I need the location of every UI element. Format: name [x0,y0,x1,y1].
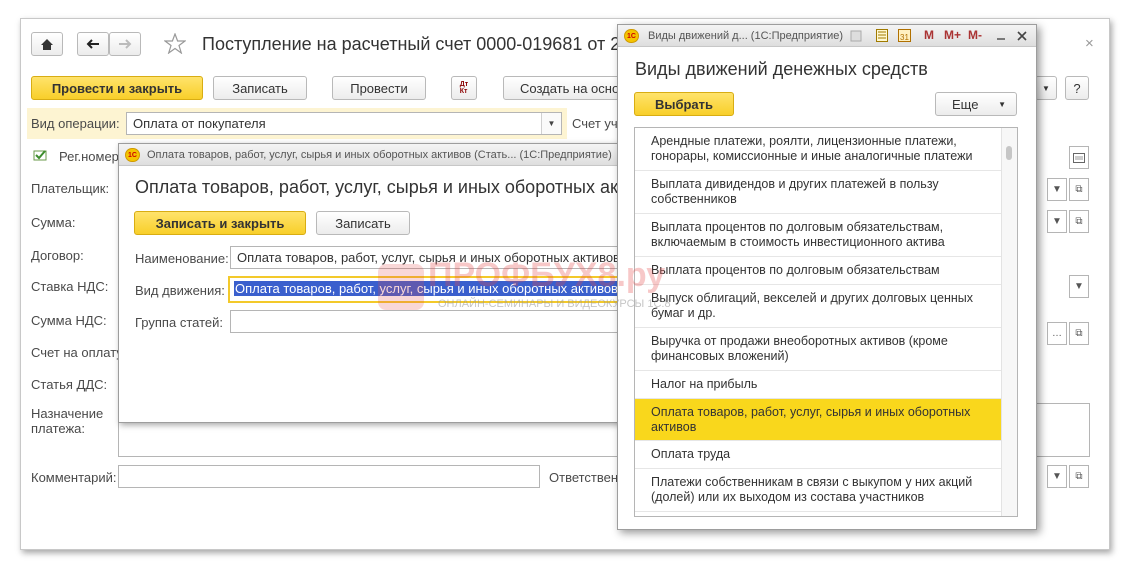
clipboard-icon[interactable] [850,30,862,42]
movement-types-titlebar: 1C Виды движений д... (1С:Предприятие) 3… [618,25,1036,47]
dds-article-dialog: 1C Оплата товаров, работ, услуг, сырья и… [118,143,626,423]
write-button[interactable]: Записать [213,76,307,100]
name-label: Наименование: [135,251,229,266]
account-label: Счет уч [572,116,618,131]
dds-article-titlebar: 1C Оплата товаров, работ, услуг, сырья и… [119,144,625,166]
calendar-button[interactable] [1069,146,1089,169]
payment-purpose-label: Назначение платежа: [31,406,104,436]
operation-type-dropdown-icon[interactable]: ▼ [541,113,561,134]
favorite-star-icon[interactable] [164,33,186,54]
close-icon[interactable] [1017,31,1027,41]
dds-article-heading: Оплата товаров, работ, услуг, сырья и ин… [135,177,618,197]
sum-label: Сумма: [31,215,76,230]
calendar-icon [1073,152,1085,163]
list-item-selected[interactable]: Оплата товаров, работ, услуг, сырья и ин… [635,399,1001,441]
movement-types-list[interactable]: Арендные платежи, роялти, лицензионные п… [634,127,1018,517]
list-scrollbar-thumb[interactable] [1006,146,1012,160]
list-item[interactable]: Арендные платежи, роялти, лицензионные п… [635,128,1001,171]
vat-dropdown-icon[interactable]: ▼ [1069,275,1089,298]
list-item[interactable]: Выплата дивидендов и других платежей в п… [635,171,1001,214]
arrow-left-icon [86,39,99,49]
responsible-dropdown-icon[interactable]: ▼ [1047,465,1067,488]
create-based-on-button[interactable]: Создать на осно [503,76,623,100]
more-button[interactable]: Еще ▼ [935,92,1017,116]
dds-article-window-title: Оплата товаров, работ, услуг, сырья и ин… [147,148,612,161]
responsible-open-button[interactable]: ⧉ [1069,465,1089,488]
more-button-label: Еще [952,96,979,112]
payer-label: Плательщик: [31,181,110,196]
memory-m-button[interactable]: M [924,28,934,42]
chevron-down-icon: ▼ [998,99,1006,109]
arrow-right-icon [119,39,132,49]
forward-button[interactable] [109,32,141,56]
minimize-icon[interactable] [996,33,1006,41]
dt-kt-icon[interactable]: Дт Кт [451,76,477,100]
movement-types-dialog: 1C Виды движений д... (1С:Предприятие) 3… [617,24,1037,530]
invoice-label: Счет на оплату [31,345,123,360]
list-item[interactable]: Налог на прибыль [635,371,1001,399]
comment-label: Комментарий: [31,470,117,485]
sub-write-button[interactable]: Записать [316,211,410,235]
post-and-close-button[interactable]: Провести и закрыть [31,76,203,100]
list-item[interactable]: Выплата процентов по долговым обязательс… [635,257,1001,285]
dds-article-label: Статья ДДС: [31,377,108,392]
article-group-label: Группа статей: [135,315,223,330]
responsible-label: Ответственн [549,470,626,485]
close-icon[interactable]: × [1085,35,1094,52]
home-icon [41,38,53,50]
movement-types-heading: Виды движений денежных средств [635,59,928,79]
list-item[interactable]: Оплата труда [635,441,1001,469]
movement-type-label: Вид движения: [135,283,225,298]
article-group-field[interactable] [230,310,624,333]
back-button[interactable] [77,32,109,56]
memory-plus-button[interactable]: M+ [944,28,961,42]
invoice-open-button[interactable]: ⧉ [1069,322,1089,345]
movement-type-value: Оплата товаров, работ, услуг, сырья и ин… [234,281,619,296]
name-value: Оплата товаров, работ, услуг, сырья и ин… [237,250,620,265]
1c-logo-icon: 1C [125,148,140,162]
vat-rate-label: Ставка НДС: [31,279,109,294]
svg-text:31: 31 [900,33,909,42]
sum-calculator-button[interactable]: ⧉ [1069,210,1089,233]
calendar-31-icon[interactable]: 31 [898,29,911,42]
sum-dropdown-icon[interactable]: ▼ [1047,210,1067,233]
post-button[interactable]: Провести [332,76,426,100]
invoice-select-button[interactable]: … [1047,322,1067,345]
more-dropdown-chevron-icon[interactable]: ▼ [1035,76,1057,100]
home-button[interactable] [31,32,63,56]
list-scrollbar[interactable] [1001,128,1017,516]
payer-open-button[interactable]: ⧉ [1069,178,1089,201]
operation-type-field[interactable]: Оплата от покупателя ▼ [126,112,562,135]
document-check-icon [33,150,47,161]
list-item[interactable]: Выпуск облигаций, векселей и других долг… [635,285,1001,328]
1c-logo-icon: 1C [624,29,639,43]
vat-sum-label: Сумма НДС: [31,313,107,328]
list-item[interactable]: Выплата процентов по долговым обязательс… [635,214,1001,257]
choose-button[interactable]: Выбрать [634,92,734,116]
operation-type-label: Вид операции: [31,116,120,131]
payer-dropdown-icon[interactable]: ▼ [1047,178,1067,201]
list-item[interactable]: Выручка от продажи внеоборотных активов … [635,328,1001,371]
name-field[interactable]: Оплата товаров, работ, услуг, сырья и ин… [230,246,624,269]
memory-minus-button[interactable]: M- [968,28,982,42]
reg-number-label: Рег.номер [59,149,119,164]
list-item[interactable]: Платежи собственникам в связи с выкупом … [635,469,1001,512]
write-and-close-button[interactable]: Записать и закрыть [134,211,306,235]
movement-types-window-title: Виды движений д... (1С:Предприятие) [648,29,844,42]
operation-type-value: Оплата от покупателя [133,116,266,131]
contract-label: Договор: [31,248,84,263]
comment-field[interactable] [118,465,540,488]
list-icon[interactable] [876,29,888,42]
document-title: Поступление на расчетный счет 0000-01968… [202,34,621,54]
movement-type-field[interactable]: Оплата товаров, работ, услуг, сырья и ин… [228,276,624,303]
help-button[interactable]: ? [1065,76,1089,100]
